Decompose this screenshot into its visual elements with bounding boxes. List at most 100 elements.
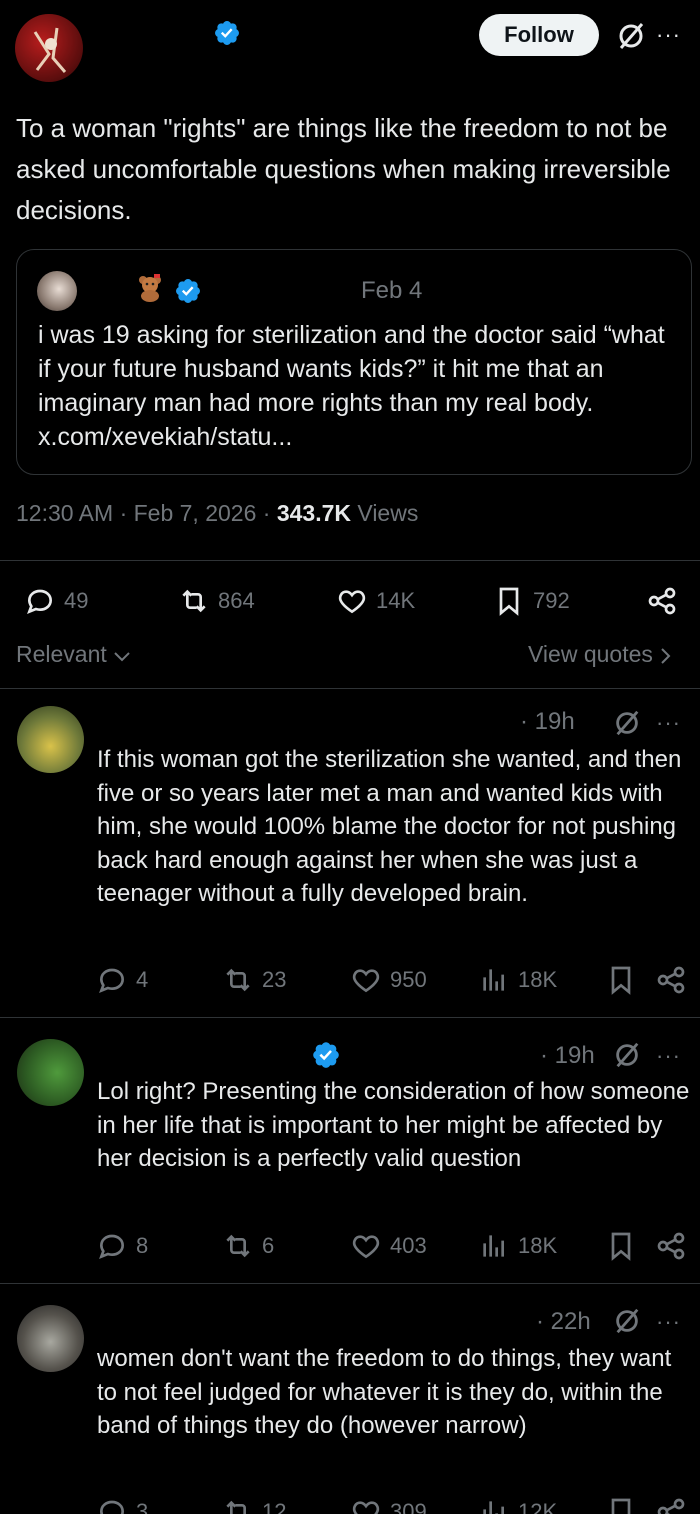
reply-button[interactable]: 49 (24, 585, 88, 617)
more-options-icon[interactable]: ··· (656, 22, 681, 48)
view-quotes-label: View quotes (528, 641, 653, 667)
repost-button[interactable]: 6 (222, 1230, 274, 1262)
repost-button[interactable]: 864 (178, 585, 255, 617)
reply-avatar[interactable] (17, 706, 84, 773)
reply-time[interactable]: · 19h (520, 708, 575, 736)
like-count: 403 (390, 1233, 427, 1258)
views-count: 343.7K (276, 500, 351, 526)
like-count: 950 (390, 967, 427, 992)
sort-dropdown[interactable]: Relevant (16, 641, 131, 668)
reply-count: 3 (136, 1499, 149, 1514)
divider (0, 688, 700, 689)
quoted-post-text: i was 19 asking for sterilization and th… (38, 321, 665, 451)
reply-icon (99, 968, 125, 994)
reply-text: Lol right? Presenting the consideration … (97, 1078, 690, 1172)
chevron-down-icon (114, 652, 130, 662)
view-quotes-link[interactable]: View quotes (528, 641, 671, 668)
repost-button[interactable]: 23 (222, 964, 286, 996)
reply-icon (99, 1234, 125, 1260)
verified-badge-icon (176, 279, 200, 303)
divider (0, 1017, 700, 1018)
quoted-author-avatar (37, 271, 77, 311)
teddy-bear-icon (137, 272, 163, 302)
views-label: Views (351, 500, 419, 526)
views-button[interactable]: 18K (478, 1230, 557, 1262)
reply-text: women don't want the freedom to do thing… (97, 1345, 672, 1439)
post-meta: 12:30 AM · Feb 7, 2026 · 343.7K Views (16, 500, 418, 527)
repost-count: 864 (218, 588, 255, 613)
author-avatar[interactable] (15, 14, 83, 82)
share-button[interactable] (655, 1230, 687, 1262)
like-count: 14K (376, 588, 416, 613)
analytics-icon (483, 969, 504, 991)
analytics-icon (483, 1501, 504, 1514)
reply-button[interactable]: 4 (96, 964, 148, 996)
bookmark-count: 792 (533, 588, 570, 613)
repost-icon (182, 589, 206, 613)
reply-button[interactable]: 8 (96, 1230, 148, 1262)
post-timestamp[interactable]: 12:30 AM · Feb 7, 2026 · (16, 500, 277, 526)
heart-icon (352, 1235, 380, 1259)
repost-count: 12 (262, 1499, 287, 1514)
share-button[interactable] (655, 1496, 687, 1514)
heart-icon (352, 1501, 380, 1514)
sort-label: Relevant (16, 641, 107, 667)
bookmark-button[interactable] (605, 964, 637, 996)
bookmark-button[interactable] (605, 1496, 637, 1514)
more-options-icon[interactable]: ··· (656, 710, 681, 736)
share-icon (657, 1232, 685, 1260)
post-text: To a woman "rights" are things like the … (16, 113, 671, 225)
reply-avatar[interactable] (17, 1039, 84, 1106)
views-button[interactable]: 18K (478, 964, 557, 996)
verified-badge-icon (215, 21, 239, 45)
divider (0, 1283, 700, 1284)
grok-icon[interactable] (612, 708, 642, 738)
views-count: 18K (518, 967, 558, 992)
share-icon (648, 587, 676, 615)
quoted-post-date: Feb 4 (361, 277, 423, 304)
share-button[interactable] (646, 585, 678, 617)
analytics-icon (483, 1235, 504, 1257)
bookmark-icon (611, 966, 631, 995)
reply-count: 8 (136, 1233, 149, 1258)
like-button[interactable]: 950 (350, 964, 427, 996)
reply-time[interactable]: · 22h (536, 1308, 591, 1336)
reply-count: 49 (64, 588, 89, 613)
views-count: 18K (518, 1233, 558, 1258)
repost-count: 6 (262, 1233, 275, 1258)
share-icon (657, 1498, 685, 1514)
views-count: 12K (518, 1499, 558, 1514)
share-button[interactable] (655, 964, 687, 996)
repost-icon (226, 1500, 246, 1514)
verified-badge-icon (313, 1042, 339, 1068)
bookmark-icon (611, 1232, 631, 1261)
views-button[interactable]: 12K (478, 1496, 557, 1514)
bookmark-icon (499, 587, 519, 616)
divider (0, 560, 700, 561)
like-count: 309 (390, 1499, 427, 1514)
bookmark-button[interactable]: 792 (493, 585, 570, 617)
bookmark-icon (611, 1498, 631, 1514)
repost-icon (226, 1234, 250, 1258)
share-icon (657, 966, 685, 994)
follow-button[interactable]: Follow (479, 14, 599, 56)
repost-icon (226, 968, 250, 992)
more-options-icon[interactable]: ··· (656, 1309, 681, 1335)
repost-button[interactable]: 12 (222, 1496, 286, 1514)
reply-time[interactable]: · 19h (540, 1042, 595, 1070)
reply-icon (99, 1500, 125, 1514)
grok-icon[interactable] (615, 20, 647, 52)
reply-count: 4 (136, 967, 149, 992)
bookmark-button[interactable] (605, 1230, 637, 1262)
like-button[interactable]: 403 (350, 1230, 427, 1262)
more-options-icon[interactable]: ··· (656, 1043, 681, 1069)
heart-icon (352, 969, 380, 993)
reply-text: If this woman got the sterilization she … (97, 746, 682, 907)
grok-icon[interactable] (612, 1040, 642, 1070)
reply-button[interactable]: 3 (96, 1496, 148, 1514)
reply-avatar[interactable] (17, 1305, 84, 1372)
like-button[interactable]: 14K (336, 585, 415, 617)
grok-icon[interactable] (612, 1306, 642, 1336)
like-button[interactable]: 309 (350, 1496, 427, 1514)
repost-count: 23 (262, 967, 287, 992)
